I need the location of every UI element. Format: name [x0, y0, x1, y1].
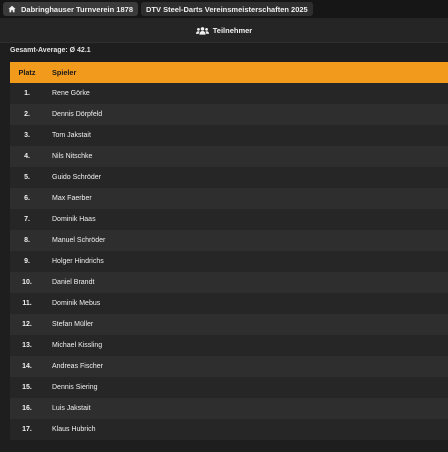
player-name-cell: Nils Nitschke — [52, 153, 93, 160]
player-name-cell: Dominik Haas — [52, 216, 96, 223]
table-row[interactable]: 17. Klaus Hubrich — [10, 419, 448, 440]
standings-table: Platz Spieler 1. Rene Görke 2. Dennis Dörpf… — [10, 62, 448, 440]
rank-cell: 13. — [22, 342, 32, 349]
table-row[interactable]: 1. Rene Görke — [10, 83, 448, 104]
player-name-cell: Manuel Schröder — [52, 237, 106, 244]
table-row[interactable]: 13. Michael Kissling — [10, 335, 448, 356]
rank-cell: 1. — [24, 90, 30, 97]
player-name-cell: Max Faerber — [52, 195, 92, 202]
breadcrumb-event[interactable]: DTV Steel-Darts Vereinsmeisterschaften 2… — [140, 2, 313, 16]
average-label: Gesamt-Average: Ø 42.1 — [10, 47, 91, 54]
tab-teilnehmer-label: Teilnehmer — [212, 25, 253, 35]
rank-cell: 12. — [22, 321, 32, 328]
rank-cell: 6. — [24, 195, 30, 202]
player-name-cell: Stefan Müller — [52, 321, 94, 328]
rank-cell: 14. — [22, 363, 32, 370]
breadcrumb-club-label: Dabringhauser Turnverein 1878 — [21, 4, 133, 14]
table-row[interactable]: 15. Dennis Siering — [10, 377, 448, 398]
table-row[interactable]: 16. Luis Jakstait — [10, 398, 448, 419]
rank-cell: 17. — [22, 426, 32, 433]
rank-cell: 16. — [22, 405, 32, 412]
rank-cell: 2. — [24, 111, 30, 118]
table-row[interactable]: 7. Dominik Haas — [10, 209, 448, 230]
player-name-cell: Holger Hindrichs — [52, 258, 104, 265]
table-row[interactable]: 10. Daniel Brandt — [10, 272, 448, 293]
table-row[interactable]: 14. Andreas Fischer — [10, 356, 448, 377]
rank-cell: 3. — [24, 132, 30, 139]
breadcrumb-club[interactable]: Dabringhauser Turnverein 1878 — [3, 2, 138, 16]
rank-cell: 10. — [22, 279, 32, 286]
table-body: 1. Rene Görke 2. Dennis Dörpfeld 3. Tom Jakst… — [10, 83, 448, 440]
player-name-cell: Tom Jakstait — [52, 132, 91, 139]
table-row[interactable]: 2. Dennis Dörpfeld — [10, 104, 448, 125]
rank-cell: 9. — [24, 258, 30, 265]
home-icon — [8, 5, 16, 13]
table-row[interactable]: 8. Manuel Schröder — [10, 230, 448, 251]
rank-cell: 8. — [24, 237, 30, 244]
player-name-cell: Dominik Mebus — [52, 300, 101, 307]
table-row[interactable]: 5. Guido Schröder — [10, 167, 448, 188]
users-icon — [195, 26, 209, 35]
player-name-cell: Daniel Brandt — [52, 279, 95, 286]
player-name-cell: Andreas Fischer — [52, 363, 103, 370]
player-name-cell: Luis Jakstait — [52, 405, 91, 412]
rank-cell: 5. — [24, 174, 30, 181]
player-name-cell: Klaus Hubrich — [52, 426, 96, 433]
table-row[interactable]: 11. Dominik Mebus — [10, 293, 448, 314]
breadcrumb: Dabringhauser Turnverein 1878 DTV Steel-… — [0, 0, 448, 18]
player-name-cell: Dennis Dörpfeld — [52, 111, 103, 118]
table-row[interactable]: 3. Tom Jakstait — [10, 125, 448, 146]
table-row[interactable]: 9. Holger Hindrichs — [10, 251, 448, 272]
rank-cell: 15. — [22, 384, 32, 391]
player-name-cell: Dennis Siering — [52, 384, 98, 391]
table-header: Platz Spieler — [10, 62, 448, 83]
player-name-cell: Guido Schröder — [52, 174, 102, 181]
rank-cell: 11. — [22, 300, 32, 307]
rank-cell: 7. — [24, 216, 30, 223]
header-platz[interactable]: Platz — [10, 68, 44, 77]
player-name-cell: Rene Görke — [52, 90, 90, 97]
player-name-cell: Michael Kissling — [52, 342, 103, 349]
tab-bar: Teilnehmer — [0, 18, 448, 43]
table-row[interactable]: 6. Max Faerber — [10, 188, 448, 209]
header-spieler[interactable]: Spieler — [44, 68, 76, 77]
table-row[interactable]: 4. Nils Nitschke — [10, 146, 448, 167]
tab-teilnehmer[interactable]: Teilnehmer — [195, 25, 253, 35]
breadcrumb-event-label: DTV Steel-Darts Vereinsmeisterschaften 2… — [145, 4, 308, 14]
rank-cell: 4. — [24, 153, 30, 160]
table-row[interactable]: 12. Stefan Müller — [10, 314, 448, 335]
